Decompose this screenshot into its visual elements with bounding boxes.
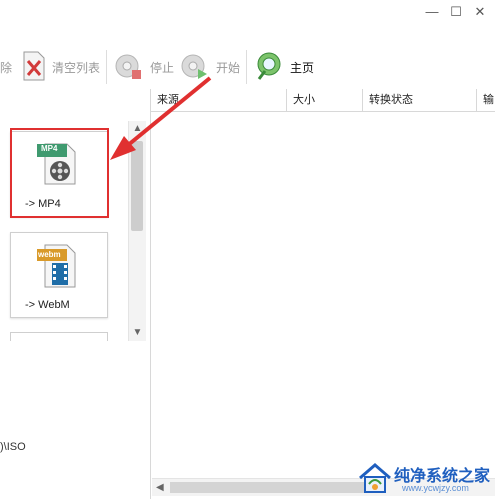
format-card-webm[interactable]: webm -> WebM [10, 232, 108, 318]
scroll-down-icon[interactable]: ▼ [129, 325, 146, 341]
house-logo-icon [358, 462, 392, 497]
remove-button[interactable]: 除 [0, 44, 12, 90]
clear-list-label: 清空列表 [52, 60, 101, 75]
remove-label: 除 [0, 60, 13, 75]
clear-list-button[interactable]: 清空列表 [22, 44, 100, 90]
toolbar: 除 清空列表 停止 开始 主页 [0, 44, 495, 90]
maximize-button[interactable]: ☐ [448, 4, 464, 20]
format-card-partial[interactable] [10, 332, 108, 341]
film-file-icon [37, 241, 81, 294]
clear-list-icon [22, 51, 46, 84]
highlight-box [10, 128, 109, 218]
scroll-left-icon[interactable]: ◀ [156, 479, 164, 496]
hscroll-thumb[interactable] [170, 482, 370, 493]
annotation-arrow-icon [110, 76, 212, 160]
home-icon [254, 51, 284, 84]
home-button[interactable]: 主页 [254, 44, 314, 90]
close-button[interactable]: ✕ [472, 4, 488, 20]
minimize-button[interactable]: — [424, 4, 440, 20]
watermark: 纯净系统之家 www.ycwjzy.com [352, 458, 492, 498]
output-path-text: )\ISO [0, 441, 26, 453]
format-label: -> WebM [25, 299, 70, 311]
format-badge: webm [38, 250, 61, 259]
toolbar-separator [246, 50, 247, 84]
column-size[interactable]: 大小 [287, 89, 363, 111]
column-status[interactable]: 转换状态 [363, 89, 477, 111]
column-output[interactable]: 输 [477, 89, 495, 111]
home-label: 主页 [290, 60, 315, 75]
watermark-url: www.ycwjzy.com [402, 483, 469, 493]
